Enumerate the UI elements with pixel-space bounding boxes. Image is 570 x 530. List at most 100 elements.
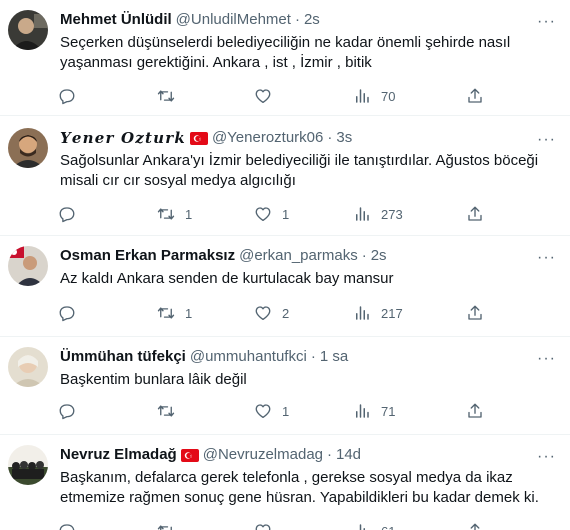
- tweet-actions: 61: [58, 521, 556, 530]
- tweet-actions: 1 1 273: [58, 204, 556, 224]
- tweet-header: Ümmühan tüfekçi @ummuhantufkci · 1 sa: [60, 337, 554, 367]
- tweet[interactable]: Osman Erkan Parmaksız @erkan_parmaks · 2…: [0, 236, 570, 337]
- like-button[interactable]: 1: [254, 402, 289, 420]
- author-handle[interactable]: @ummuhantufkci: [190, 347, 307, 367]
- retweet-button[interactable]: 1: [157, 205, 192, 223]
- tweet[interactable]: Ümmühan tüfekçi @ummuhantufkci · 1 sa ··…: [0, 337, 570, 435]
- separator-dot: ·: [327, 446, 332, 463]
- turkey-flag-icon: [189, 131, 208, 145]
- retweet-button[interactable]: [157, 402, 185, 420]
- turkey-flag-icon: [180, 448, 199, 462]
- tweet-actions: 1 2 217: [58, 303, 556, 323]
- tweet-header: Nevruz Elmadağ @Nevruzelmadag · 14d: [60, 435, 554, 465]
- retweet-button[interactable]: 1: [157, 304, 192, 322]
- separator-dot: ·: [310, 348, 316, 365]
- avatar[interactable]: [8, 347, 48, 387]
- tweet-time[interactable]: 1 sa: [320, 347, 348, 367]
- tweet[interactable]: Mehmet Ünlüdil @UnludilMehmet · 2s ··· S…: [0, 0, 570, 116]
- views-icon: [356, 89, 369, 103]
- more-icon[interactable]: ···: [537, 250, 556, 266]
- like-icon: [255, 207, 271, 222]
- more-icon[interactable]: ···: [537, 132, 556, 148]
- reply-icon: [59, 89, 75, 105]
- more-icon[interactable]: ···: [537, 14, 556, 30]
- separator-dot: ·: [327, 129, 333, 146]
- reply-icon: [59, 524, 75, 530]
- tweet-text: Başkentim bunlara lâik değil: [60, 371, 247, 388]
- author-handle[interactable]: @Yenerozturk06: [212, 128, 323, 148]
- tweet[interactable]: Nevruz Elmadağ @Nevruzelmadag · 14d ··· …: [0, 435, 570, 530]
- tweet-actions: 70: [58, 86, 556, 106]
- author-handle[interactable]: @UnludilMehmet: [176, 10, 291, 30]
- share-button[interactable]: [466, 304, 484, 322]
- avatar[interactable]: [8, 445, 48, 485]
- more-icon[interactable]: ···: [537, 449, 556, 465]
- share-icon: [470, 523, 480, 530]
- views-button[interactable]: 71: [353, 402, 395, 420]
- share-button[interactable]: [466, 522, 484, 530]
- views-button[interactable]: 273: [353, 205, 403, 223]
- tweet-text: Az kaldı Ankara senden de kurtulacak bay…: [60, 270, 394, 287]
- author-name[interactable]: Ümmühan tüfekçi: [60, 347, 186, 367]
- like-button[interactable]: [254, 522, 282, 530]
- separator-dot: ·: [294, 11, 300, 28]
- like-icon: [255, 306, 271, 321]
- tweet-header: Osman Erkan Parmaksız @erkan_parmaks · 2…: [60, 236, 554, 266]
- reply-icon: [59, 404, 75, 420]
- share-icon: [468, 403, 482, 418]
- reply-button[interactable]: [58, 205, 86, 223]
- views-button[interactable]: 70: [353, 87, 395, 105]
- tweet-text: Seçerken düşünselerdi belediyeciliğin ne…: [60, 34, 511, 71]
- tweet-time[interactable]: 2s: [371, 246, 387, 266]
- reply-button[interactable]: [58, 304, 86, 322]
- tweet-feed: Mehmet Ünlüdil @UnludilMehmet · 2s ··· S…: [0, 0, 570, 530]
- tweet-time[interactable]: 3s: [336, 128, 352, 148]
- retweet-icon: [157, 525, 172, 530]
- reply-button[interactable]: [58, 402, 86, 420]
- tweet-header: Mehmet Ünlüdil @UnludilMehmet · 2s: [60, 0, 554, 30]
- author-name[interactable]: Nevruz Elmadağ: [60, 445, 177, 465]
- like-icon: [255, 404, 271, 419]
- retweet-button[interactable]: [157, 522, 185, 530]
- views-icon: [356, 207, 369, 221]
- like-button[interactable]: 2: [254, 304, 289, 322]
- share-button[interactable]: [466, 205, 484, 223]
- avatar[interactable]: [8, 246, 48, 286]
- views-icon: [359, 524, 365, 530]
- views-button[interactable]: 217: [353, 304, 403, 322]
- author-name[interactable]: Osman Erkan Parmaksız: [60, 246, 235, 266]
- tweet-actions: 1 71: [58, 401, 556, 421]
- share-icon: [468, 305, 482, 320]
- separator-dot: ·: [361, 247, 367, 264]
- reply-button[interactable]: [58, 87, 86, 105]
- tweet[interactable]: 𝒀𝒆𝒏𝒆𝒓 𝑶𝒛𝒕𝒖𝒓𝒌 @Yenerozturk06 · 3s ··· Sağ…: [0, 116, 570, 236]
- views-icon: [356, 404, 369, 418]
- tweet-time[interactable]: 2s: [304, 10, 320, 30]
- reply-button[interactable]: [58, 522, 86, 530]
- share-icon: [468, 88, 482, 103]
- retweet-icon: [157, 208, 175, 220]
- tweet-time[interactable]: 14d: [336, 445, 361, 465]
- avatar[interactable]: [8, 128, 48, 168]
- reply-icon: [59, 306, 75, 322]
- author-name[interactable]: 𝒀𝒆𝒏𝒆𝒓 𝑶𝒛𝒕𝒖𝒓𝒌: [60, 128, 186, 148]
- tweet-text: Başkanım, defalarca gerek telefonla , ge…: [60, 469, 539, 506]
- tweet-text: Sağolsunlar Ankara'yı İzmir belediyecili…: [60, 152, 539, 189]
- reply-icon: [59, 207, 75, 223]
- author-handle[interactable]: @Nevruzelmadag: [203, 445, 323, 465]
- retweet-icon: [157, 90, 175, 102]
- author-handle[interactable]: @erkan_parmaks: [239, 246, 358, 266]
- share-icon: [468, 206, 482, 221]
- author-name[interactable]: Mehmet Ünlüdil: [60, 10, 172, 30]
- retweet-icon: [157, 307, 175, 319]
- views-icon: [356, 306, 369, 320]
- views-button[interactable]: 61: [353, 522, 395, 530]
- avatar[interactable]: [8, 10, 48, 50]
- share-button[interactable]: [466, 402, 484, 420]
- like-icon: [255, 89, 271, 104]
- retweet-button[interactable]: [157, 87, 185, 105]
- like-button[interactable]: 1: [254, 205, 289, 223]
- more-icon[interactable]: ···: [537, 351, 556, 367]
- share-button[interactable]: [466, 87, 484, 105]
- like-button[interactable]: [254, 87, 282, 105]
